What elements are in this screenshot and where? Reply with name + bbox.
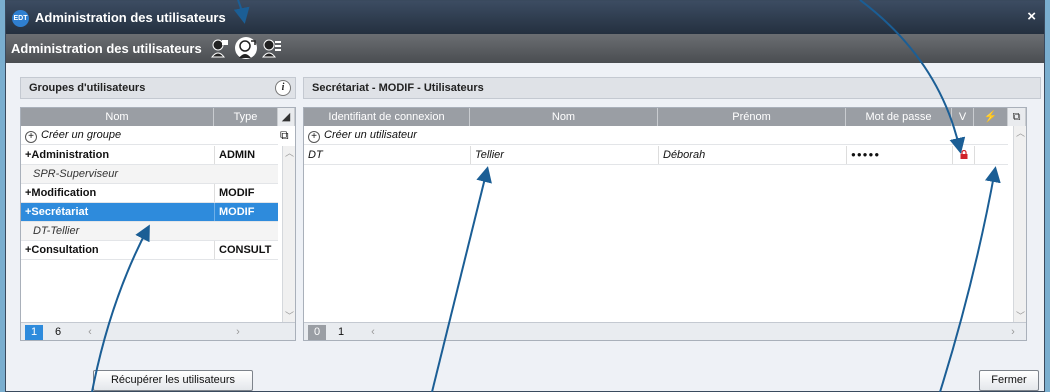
arrow-to-member-row — [91, 224, 150, 392]
arrow-to-user-name — [431, 166, 492, 392]
annotation-arrows — [91, 0, 1001, 392]
arrow-to-flag-cell — [939, 166, 1001, 392]
arrow-to-lock-icon — [859, 0, 966, 154]
arrow-to-toolbar-icon — [233, 0, 250, 24]
